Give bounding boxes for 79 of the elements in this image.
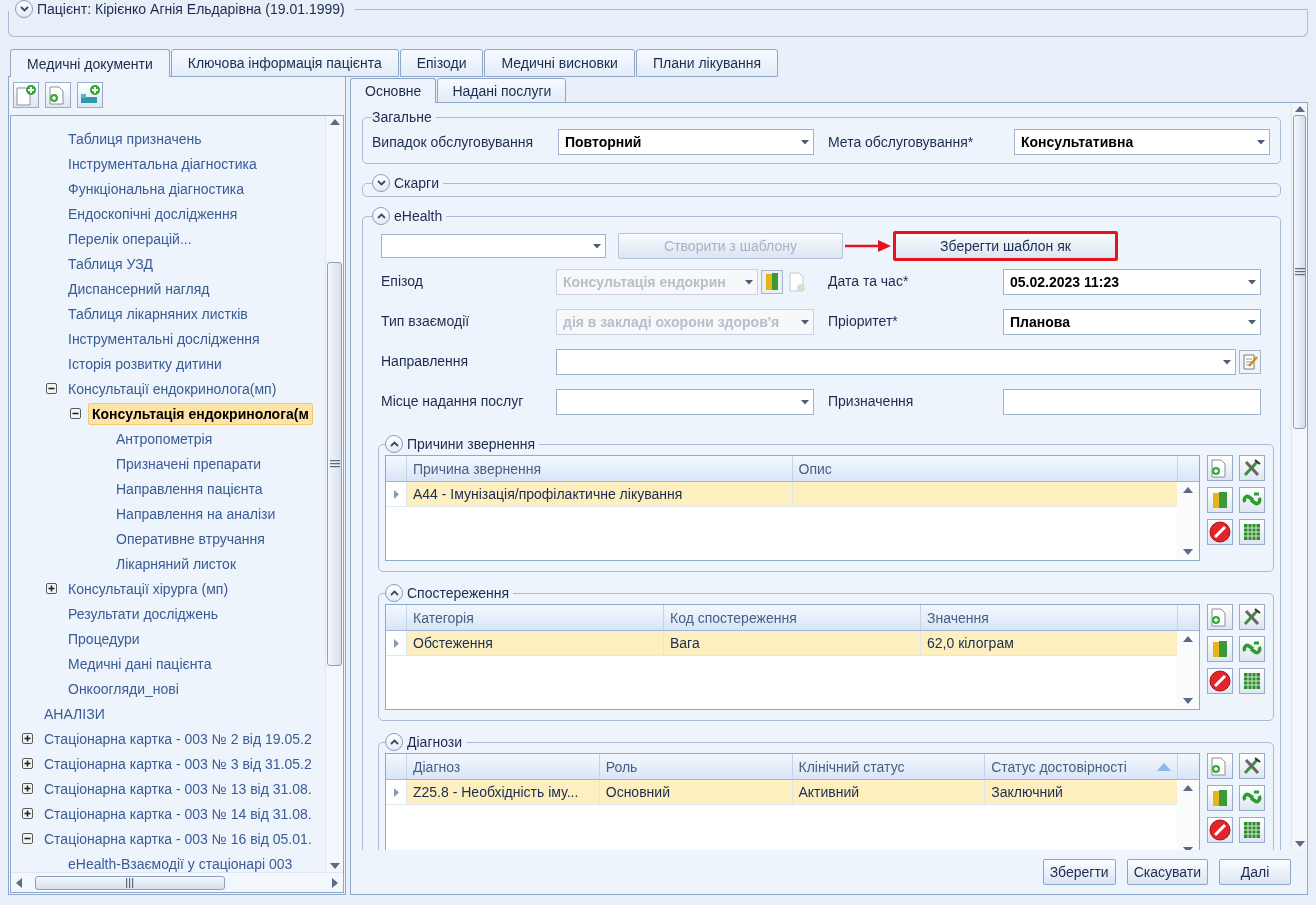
tree-item[interactable]: Стаціонарна картка - 003 № 16 від 05.01.: [40, 827, 316, 850]
patient-title: Пацієнт: Кірієнко Агнія Ельдарівна (19.01.1999): [37, 1, 346, 17]
tree-item[interactable]: Перелік операцій...: [64, 227, 196, 250]
table-cell: Вага: [663, 631, 920, 655]
field-label: Випадок обслуговування: [372, 134, 535, 150]
tree-item[interactable]: Таблиця лікарняних листків: [64, 302, 252, 325]
tab[interactable]: Основне: [350, 78, 437, 103]
dropdown-field[interactable]: Повторний: [558, 129, 814, 155]
column-header[interactable]: Категорія: [406, 605, 663, 630]
footer-button[interactable]: Зберегти: [1042, 859, 1116, 885]
tree-item[interactable]: Інструментальні дослідження: [64, 327, 264, 350]
column-header[interactable]: Значення: [920, 605, 1177, 630]
tree-item[interactable]: Таблиця призначень: [64, 127, 206, 150]
group-title: Діагнози: [407, 734, 463, 750]
field-label: Тип взаємодії: [381, 312, 471, 329]
tab[interactable]: Ключова інформація пацієнта: [170, 49, 399, 77]
footer-button[interactable]: Скасувати: [1126, 859, 1208, 885]
tab[interactable]: Медичні висновки: [484, 49, 635, 77]
tab[interactable]: Медичні документи: [10, 49, 170, 77]
footer-button[interactable]: Далі: [1219, 859, 1291, 885]
tree-item[interactable]: Стаціонарна картка - 003 № 14 від 31.08.: [40, 802, 316, 825]
group-title: Загальне: [372, 109, 432, 125]
tree-item[interactable]: eHealth-Взаємодії у стаціонарі 003: [64, 852, 297, 872]
tree-item[interactable]: Стаціонарна картка - 003 № 2 від 19.05.2: [40, 727, 316, 750]
tree-item[interactable]: Консультація ендокринолога(м: [88, 402, 313, 425]
column-header[interactable]: Причина звернення: [406, 456, 792, 481]
table-cell: Активний: [791, 780, 985, 804]
tree-item[interactable]: Історія розвитку дитини: [64, 352, 226, 375]
tree-item[interactable]: Стаціонарна картка - 003 № 13 від 31.08.: [40, 777, 316, 800]
column-header[interactable]: Роль: [598, 754, 792, 779]
template-button[interactable]: Зберегти шаблон як: [893, 231, 1118, 261]
tree-item[interactable]: Направлення на аналізи: [112, 502, 280, 525]
table-row[interactable]: Z25.8 - Необхідність іму... Основний Активний Заключний: [386, 780, 1177, 805]
field-label: Місце надання послуг: [381, 392, 525, 409]
column-header[interactable]: Клінічний статус: [791, 754, 985, 779]
tree-item[interactable]: Диспансерний нагляд: [64, 277, 214, 300]
tree-item[interactable]: Ендоскопічні дослідження: [64, 202, 242, 225]
table-row[interactable]: A44 - Імунізація/профілактичне лікування: [386, 482, 1177, 507]
tab[interactable]: Епізоди: [399, 49, 484, 77]
tab[interactable]: Плани лікування: [635, 49, 779, 77]
tree-item[interactable]: АНАЛІЗИ: [40, 702, 109, 725]
field-label: Мета обслуговування*: [828, 134, 975, 150]
tab[interactable]: Надані послуги: [437, 78, 567, 103]
tree-item[interactable]: Лікарняний листок: [112, 552, 241, 575]
dropdown-field[interactable]: 05.02.2023 11:23: [1003, 269, 1261, 295]
group-title: Спостереження: [407, 585, 510, 601]
tree-item[interactable]: Антропометрія: [112, 427, 217, 450]
field-label: Пріоритет*: [828, 312, 899, 329]
tree-item[interactable]: Інструментальна діагностика: [64, 152, 261, 175]
field-label: Епізод: [381, 272, 424, 289]
table-cell: Основний: [598, 780, 792, 804]
group-title: Причини звернення: [407, 436, 536, 452]
table-row[interactable]: Обстеження Вага 62,0 кілограм: [386, 631, 1177, 656]
table-cell: A44 - Імунізація/профілактичне лікування: [406, 482, 792, 506]
table-cell: Обстеження: [406, 631, 663, 655]
tree-item[interactable]: Консультації хірурга (мп): [64, 577, 233, 600]
tree-item[interactable]: Процедури: [64, 627, 144, 650]
tree-item[interactable]: Таблиця УЗД: [64, 252, 158, 275]
table-cell: Z25.8 - Необхідність іму...: [406, 780, 599, 804]
dropdown-field[interactable]: Консультативна: [1014, 129, 1270, 155]
field-label: Призначення: [828, 392, 915, 409]
group-title: eHealth: [394, 208, 443, 224]
column-header[interactable]: Діагноз: [406, 754, 599, 779]
tree-item[interactable]: Консультації ендокринолога(мп): [64, 377, 281, 400]
tree-item[interactable]: Стаціонарна картка - 003 № 3 від 31.05.2: [40, 752, 316, 775]
column-header[interactable]: Опис: [791, 456, 1177, 481]
group-title: Скарги: [394, 175, 440, 191]
tree-item[interactable]: Онкоогляди_нові: [64, 677, 183, 700]
tree-item[interactable]: Оперативне втручання: [112, 527, 269, 550]
field-label: Направлення: [381, 352, 470, 369]
field-label: Дата та час*: [828, 272, 910, 289]
tree-item[interactable]: Результати досліджень: [64, 602, 222, 625]
column-header[interactable]: Код спостереження: [663, 605, 920, 630]
dropdown-field[interactable]: Планова: [1003, 309, 1261, 335]
tree-item[interactable]: Направлення пацієнта: [112, 477, 267, 500]
tree-item[interactable]: Медичні дані пацієнта: [64, 652, 216, 675]
column-header[interactable]: Статус достовірності: [984, 754, 1177, 779]
tree-item[interactable]: Призначені препарати: [112, 452, 266, 475]
tree-item[interactable]: Функціональна діагностика: [64, 177, 248, 200]
